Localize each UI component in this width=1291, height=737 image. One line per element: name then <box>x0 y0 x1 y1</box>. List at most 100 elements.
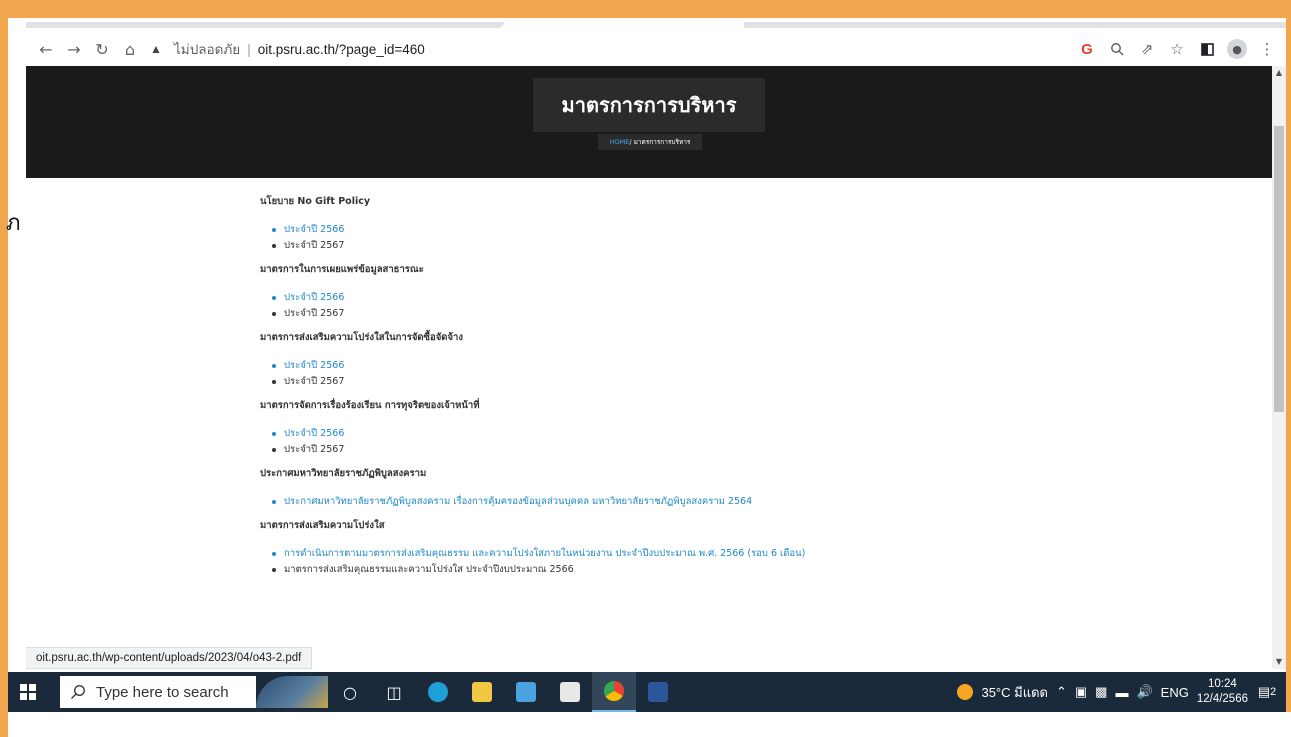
page-viewport: มาตรการการบริหาร HOME / มาตรการการบริหาร… <box>26 66 1272 669</box>
windows-taskbar: Type here to search ○ ◫ 35°C มีแดด ⌃ ▣ ▩… <box>8 672 1286 712</box>
mail-icon[interactable] <box>504 672 548 712</box>
page-scrollbar[interactable]: ▲ ▼ <box>1272 66 1286 669</box>
section-heading: มาตรการส่งเสริมความโปร่งใสในการจัดซื้อจั… <box>260 332 463 343</box>
start-windows-icon[interactable] <box>8 672 48 712</box>
bullet-icon <box>272 312 276 316</box>
battery-icon[interactable]: ▬ <box>1115 685 1128 700</box>
page-hero: มาตรการการบริหาร HOME / มาตรการการบริหาร <box>26 66 1272 178</box>
bullet-icon <box>272 448 276 452</box>
scrollbar-thumb[interactable] <box>1274 126 1284 412</box>
task-view-icon[interactable]: ◫ <box>372 672 416 712</box>
item-list: การดำเนินการตามมาตรการส่งเสริมคุณธรรม แล… <box>260 546 1060 578</box>
network-icon[interactable]: ▩ <box>1095 684 1107 700</box>
volume-icon[interactable]: 🔊 <box>1136 684 1152 700</box>
tab-left[interactable] <box>26 22 504 28</box>
item-list: ประกาศมหาวิทยาลัยราชภัฏพิบูลสงคราม เรื่อ… <box>260 494 1060 510</box>
section: มาตรการส่งเสริมความโปร่งใสในการจัดซื้อจั… <box>260 330 1060 390</box>
language-indicator[interactable]: ENG <box>1161 685 1189 700</box>
breadcrumb: HOME / มาตรการการบริหาร <box>598 134 702 150</box>
list-item: ประจำปี 2567 <box>260 306 1060 322</box>
weather-sun-icon[interactable] <box>957 684 974 700</box>
section: มาตรการส่งเสริมความโปร่งใส การดำเนินการต… <box>260 518 1060 578</box>
bullet-icon <box>272 380 276 384</box>
share-icon[interactable]: ⇗ <box>1134 36 1160 62</box>
stray-character: ภ <box>6 211 21 236</box>
section-heading: มาตรการในการเผยแพร่ข้อมูลสาธารณะ <box>260 264 424 275</box>
bullet-icon <box>272 552 276 556</box>
search-highlight-image[interactable] <box>256 676 328 708</box>
avatar[interactable]: ● <box>1227 39 1247 59</box>
url-text[interactable]: oit.psru.ac.th/?page_id=460 <box>258 42 425 57</box>
bullet-icon <box>272 364 276 368</box>
google-lens-icon[interactable]: G <box>1074 36 1100 62</box>
search-icon <box>71 685 85 699</box>
side-panel-icon[interactable] <box>1194 36 1220 62</box>
link-status-bar: oit.psru.ac.th/wp-content/uploads/2023/0… <box>26 647 313 669</box>
link-text[interactable]: ประจำปี 2566 <box>284 426 344 442</box>
search-placeholder[interactable]: Type here to search <box>96 684 229 701</box>
notification-icon[interactable]: ▤ 2 <box>1256 681 1278 703</box>
file-explorer-icon[interactable] <box>460 672 504 712</box>
address-bar[interactable]: ▲ ไม่ปลอดภัย | oit.psru.ac.th/?page_id=4… <box>150 35 1030 63</box>
cortana-circle-icon[interactable]: ○ <box>328 672 372 712</box>
back-arrow-icon[interactable]: ← <box>32 35 60 63</box>
frame-border-right <box>1286 0 1291 712</box>
forward-arrow-icon[interactable]: → <box>60 35 88 63</box>
menu-kebab-icon[interactable]: ⋮ <box>1254 36 1280 62</box>
edge-browser-icon[interactable] <box>416 672 460 712</box>
list-item-link[interactable]: การดำเนินการตามมาตรการส่งเสริมคุณธรรม แล… <box>260 546 1060 562</box>
scroll-down-arrow-icon[interactable]: ▼ <box>1272 655 1286 669</box>
frame-border-top <box>0 0 1291 18</box>
item-list: ประจำปี 2566 ประจำปี 2567 <box>260 290 1060 322</box>
security-label[interactable]: ไม่ปลอดภัย <box>174 38 240 60</box>
item-list: ประจำปี 2566 ประจำปี 2567 <box>260 222 1060 254</box>
title-box: มาตรการการบริหาร <box>533 78 765 132</box>
item-list: ประจำปี 2566 ประจำปี 2567 <box>260 358 1060 390</box>
section-heading: ประกาศมหาวิทยาลัยราชภัฏพิบูลสงคราม <box>260 468 427 479</box>
toolbar-actions: G ⇗ ☆ ● ⋮ <box>1074 36 1280 62</box>
section-heading: มาตรการจัดการเรื่องร้องเรียน การทุจริตขอ… <box>260 400 480 411</box>
taskbar-search[interactable]: Type here to search <box>60 676 256 708</box>
reload-icon[interactable]: ↻ <box>88 35 116 63</box>
home-icon[interactable]: ⌂ <box>116 35 144 63</box>
section: มาตรการจัดการเรื่องร้องเรียน การทุจริตขอ… <box>260 398 1060 458</box>
frame-bottom-margin <box>8 712 1291 737</box>
tab-right[interactable] <box>744 22 1286 28</box>
link-text[interactable]: ประจำปี 2566 <box>284 290 344 306</box>
warning-triangle-icon[interactable]: ▲ <box>150 42 168 56</box>
word-icon[interactable] <box>636 672 680 712</box>
list-item-link[interactable]: ประกาศมหาวิทยาลัยราชภัฏพิบูลสงคราม เรื่อ… <box>260 494 1060 510</box>
breadcrumb-home-link[interactable]: HOME <box>610 138 630 146</box>
frame-border-left <box>0 0 8 737</box>
bullet-icon <box>272 296 276 300</box>
page-content: นโยบาย No Gift Policy ประจำปี 2566 ประจำ… <box>260 194 1060 586</box>
link-text[interactable]: การดำเนินการตามมาตรการส่งเสริมคุณธรรม แล… <box>284 546 805 562</box>
section: ประกาศมหาวิทยาลัยราชภัฏพิบูลสงคราม ประกา… <box>260 466 1060 510</box>
list-item-link[interactable]: ประจำปี 2566 <box>260 426 1060 442</box>
list-item-link[interactable]: ประจำปี 2566 <box>260 358 1060 374</box>
item-text: มาตรการส่งเสริมคุณธรรมและความโปร่งใส ประ… <box>284 564 574 575</box>
tray-chevron-up-icon[interactable]: ⌃ <box>1056 684 1067 700</box>
link-text[interactable]: ประจำปี 2566 <box>284 222 344 238</box>
clock-time[interactable]: 10:24 <box>1208 677 1237 692</box>
bookmark-star-icon[interactable]: ☆ <box>1164 36 1190 62</box>
tab-strip <box>26 18 1286 32</box>
link-text[interactable]: ประกาศมหาวิทยาลัยราชภัฏพิบูลสงคราม เรื่อ… <box>284 494 752 510</box>
browser-toolbar: ← → ↻ ⌂ ▲ ไม่ปลอดภัย | oit.psru.ac.th/?p… <box>26 32 1286 66</box>
profile-icon[interactable]: ● <box>1224 36 1250 62</box>
store-icon[interactable] <box>548 672 592 712</box>
link-text[interactable]: ประจำปี 2566 <box>284 358 344 374</box>
clock-date[interactable]: 12/4/2566 <box>1197 692 1248 707</box>
clock[interactable]: 10:24 12/4/2566 <box>1197 677 1248 707</box>
scroll-up-arrow-icon[interactable]: ▲ <box>1272 66 1286 80</box>
list-item-link[interactable]: ประจำปี 2566 <box>260 222 1060 238</box>
weather-text[interactable]: 35°C มีแดด <box>981 682 1048 703</box>
bullet-icon <box>272 500 276 504</box>
meet-now-icon[interactable]: ▣ <box>1075 684 1087 700</box>
item-text: ประจำปี 2567 <box>284 376 345 387</box>
bullet-icon <box>272 432 276 436</box>
item-text: ประจำปี 2567 <box>284 240 345 251</box>
list-item-link[interactable]: ประจำปี 2566 <box>260 290 1060 306</box>
zoom-icon[interactable] <box>1104 36 1130 62</box>
chrome-icon[interactable] <box>592 672 636 712</box>
